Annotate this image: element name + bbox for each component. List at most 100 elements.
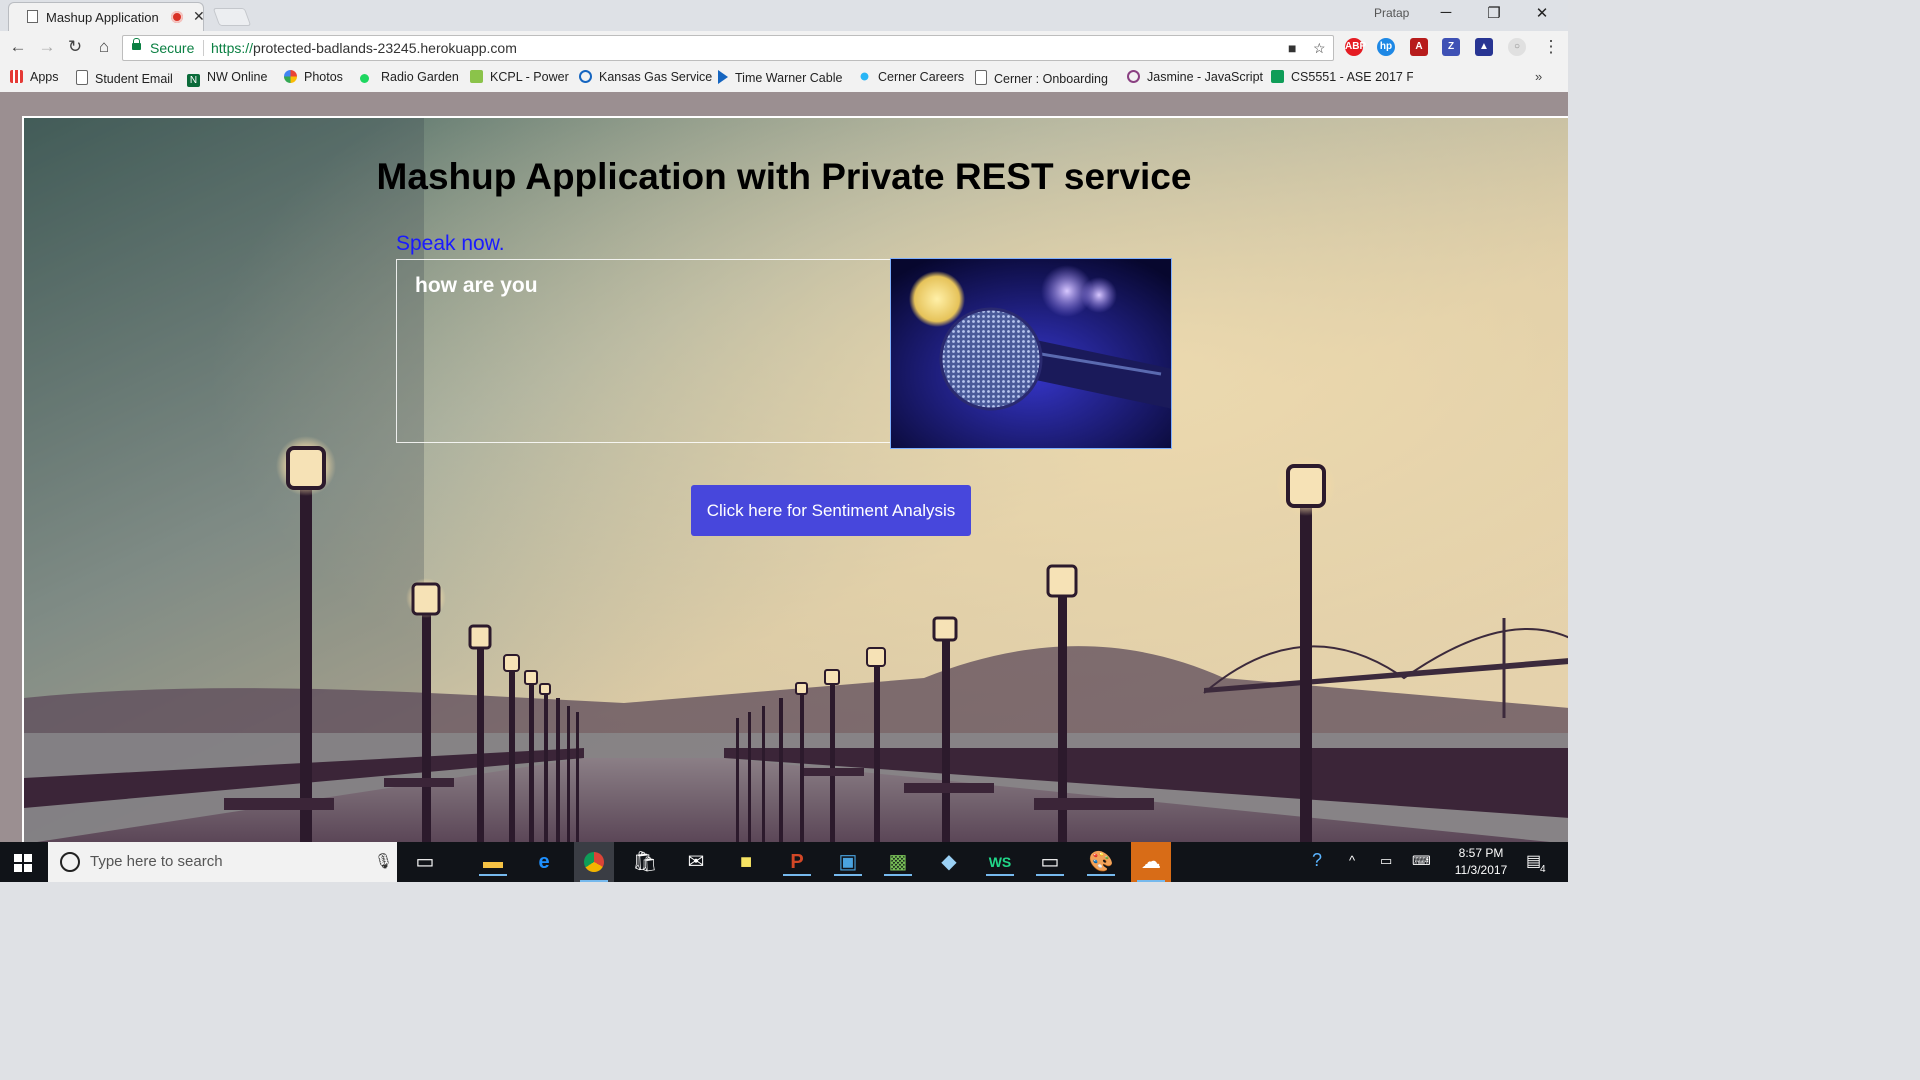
microphone-image[interactable] — [890, 258, 1172, 449]
bookmark-label: Student Email — [95, 72, 173, 86]
bookmark-apps[interactable]: Apps — [10, 70, 59, 84]
clock[interactable]: 8:57 PM 11/3/2017 — [1446, 845, 1516, 879]
recording-icon — [171, 11, 183, 23]
bookmark-jasmine[interactable]: Jasmine - JavaScript — [1127, 70, 1263, 84]
bookmark-radio-garden[interactable]: Radio Garden — [360, 70, 459, 84]
pier-background-image — [22, 116, 1568, 842]
mail-icon[interactable]: ✉ — [676, 848, 716, 876]
bookmark-nw-online[interactable]: N NW Online — [187, 70, 267, 87]
cerner-logo-icon — [858, 70, 871, 83]
hp-icon[interactable]: hp — [1377, 38, 1395, 56]
gas-logo-icon — [579, 70, 592, 83]
green-dot-icon — [360, 74, 369, 83]
acrobat-icon[interactable]: A — [1410, 38, 1428, 56]
cloud-app-icon[interactable]: ☁ — [1131, 842, 1171, 882]
camera-icon[interactable]: ■ — [1288, 40, 1296, 56]
back-icon[interactable]: ← — [7, 37, 29, 57]
zotero-icon[interactable]: Z — [1442, 38, 1460, 56]
nw-logo-icon: N — [187, 74, 200, 87]
tab-mashup-application[interactable]: Mashup Application ✕ — [8, 2, 205, 31]
bookmark-student-email[interactable]: Student Email — [76, 70, 173, 86]
bookmark-photos[interactable]: Photos — [284, 70, 343, 84]
help-icon[interactable]: ? — [1312, 850, 1322, 871]
star-icon[interactable]: ☆ — [1313, 40, 1326, 57]
paint-icon[interactable]: 🎨 — [1081, 848, 1121, 876]
tab-strip: Mashup Application ✕ Pratap ─ ❐ ✕ — [0, 0, 1568, 31]
store-icon[interactable]: 🛍 — [625, 848, 665, 876]
speech-transcript-box[interactable]: how are you — [396, 259, 891, 443]
microphone-icon[interactable]: 🎙 — [374, 852, 393, 870]
bookmarks-bar: Apps Student Email N NW Online Photos Rad… — [0, 65, 1568, 93]
task-view-icon[interactable]: ▭ — [405, 848, 445, 876]
cortana-icon[interactable] — [60, 852, 80, 872]
home-icon[interactable]: ⌂ — [93, 37, 115, 57]
bookmark-time-warner[interactable]: Time Warner Cable — [718, 70, 842, 85]
chevron-up-icon[interactable]: ^ — [1349, 853, 1355, 868]
bookmark-cerner-onboarding[interactable]: Cerner : Onboarding — [975, 70, 1108, 86]
close-tab-icon[interactable]: ✕ — [193, 8, 205, 25]
bookmark-kansas-gas[interactable]: Kansas Gas Service — [579, 70, 712, 84]
bookmark-label: Apps — [30, 70, 59, 84]
bookmark-label: Photos — [304, 70, 343, 84]
url-text[interactable]: https://protected-badlands-23245.herokua… — [211, 40, 517, 56]
page-icon — [975, 70, 987, 85]
bookmark-kcpl-power[interactable]: KCPL - Power — [470, 70, 569, 84]
sticky-notes-icon[interactable]: ■ — [726, 848, 766, 876]
forward-icon[interactable]: → — [36, 37, 58, 57]
page-icon — [76, 70, 88, 85]
extension-icon[interactable]: ▲ — [1475, 38, 1493, 56]
keyboard-icon[interactable]: ⌨ — [1412, 853, 1431, 869]
sentiment-analysis-button[interactable]: Click here for Sentiment Analysis — [691, 485, 971, 536]
clock-time: 8:57 PM — [1458, 846, 1504, 860]
new-tab-button[interactable] — [212, 8, 252, 26]
photos-pinwheel-icon — [284, 70, 297, 83]
bookmark-label: Time Warner Cable — [735, 71, 843, 85]
photo-app-icon[interactable]: ▩ — [878, 848, 918, 876]
menu-icon[interactable]: ⋮ — [1540, 37, 1562, 57]
bookmark-label: Cerner : Onboarding — [994, 72, 1108, 86]
url-scheme: https:// — [211, 40, 254, 56]
bookmark-cerner-careers[interactable]: Cerner Careers — [858, 70, 964, 84]
reload-icon[interactable]: ↻ — [64, 37, 86, 57]
bookmark-label: Kansas Gas Service — [599, 70, 713, 84]
notepad-icon[interactable]: ◆ — [929, 848, 969, 876]
play-arrow-icon — [718, 70, 728, 84]
battery-icon[interactable]: ▭ — [1380, 853, 1392, 869]
restore-icon[interactable]: ❐ — [1479, 4, 1509, 22]
minimize-icon[interactable]: ─ — [1431, 4, 1461, 21]
bookmark-label: KCPL - Power — [490, 70, 569, 84]
profile-name[interactable]: Pratap — [1374, 6, 1409, 20]
command-prompt-icon[interactable]: ▭ — [1030, 848, 1070, 876]
bookmark-label: NW Online — [207, 70, 268, 84]
windows-start-icon[interactable] — [14, 854, 32, 872]
taskbar-search-placeholder: Type here to search — [90, 853, 223, 870]
chrome-icon[interactable] — [574, 842, 614, 882]
taskbar-search-box[interactable]: Type here to search 🎙 — [48, 842, 397, 882]
file-explorer-icon[interactable]: ▬ — [473, 848, 513, 876]
apps-grid-icon — [10, 70, 23, 83]
web-page: Mashup Application with Private REST ser… — [0, 92, 1568, 842]
edge-icon[interactable]: e — [524, 848, 564, 876]
webstorm-icon[interactable]: WS — [980, 848, 1020, 876]
url-host: protected-badlands-23245.herokuapp.com — [253, 40, 517, 56]
adblock-icon[interactable]: ABP — [1345, 38, 1366, 56]
page-title: Mashup Application with Private REST ser… — [376, 156, 1192, 197]
notifications-icon[interactable]: ▤ — [1526, 851, 1541, 871]
speak-now-prompt: Speak now. — [396, 232, 505, 255]
windows-taskbar: Type here to search 🎙 ▭ ▬ e 🛍 ✉ ■ P ▣ ▩ … — [0, 842, 1568, 882]
browser-toolbar: ← → ↻ ⌂ Secure https://protected-badland… — [0, 31, 1568, 66]
address-bar[interactable]: Secure https://protected-badlands-23245.… — [122, 35, 1334, 61]
bookmark-cs5551[interactable]: CS5551 - ASE 2017 F — [1271, 70, 1413, 84]
close-window-icon[interactable]: ✕ — [1527, 4, 1557, 22]
speech-transcript-text: how are you — [415, 274, 538, 297]
bookmark-label: Jasmine - JavaScript — [1147, 70, 1264, 84]
bookmark-label: Cerner Careers — [878, 70, 965, 84]
extension-circle-icon[interactable]: ○ — [1508, 38, 1526, 56]
lock-icon — [132, 38, 141, 50]
divider — [203, 40, 204, 56]
tab-title: Mashup Application — [46, 10, 159, 25]
powerpoint-icon[interactable]: P — [777, 848, 817, 876]
outlook-icon[interactable]: ▣ — [828, 848, 868, 876]
more-bookmarks-icon[interactable]: » — [1535, 69, 1542, 84]
bookmark-label: CS5551 - ASE 2017 F — [1291, 70, 1413, 84]
